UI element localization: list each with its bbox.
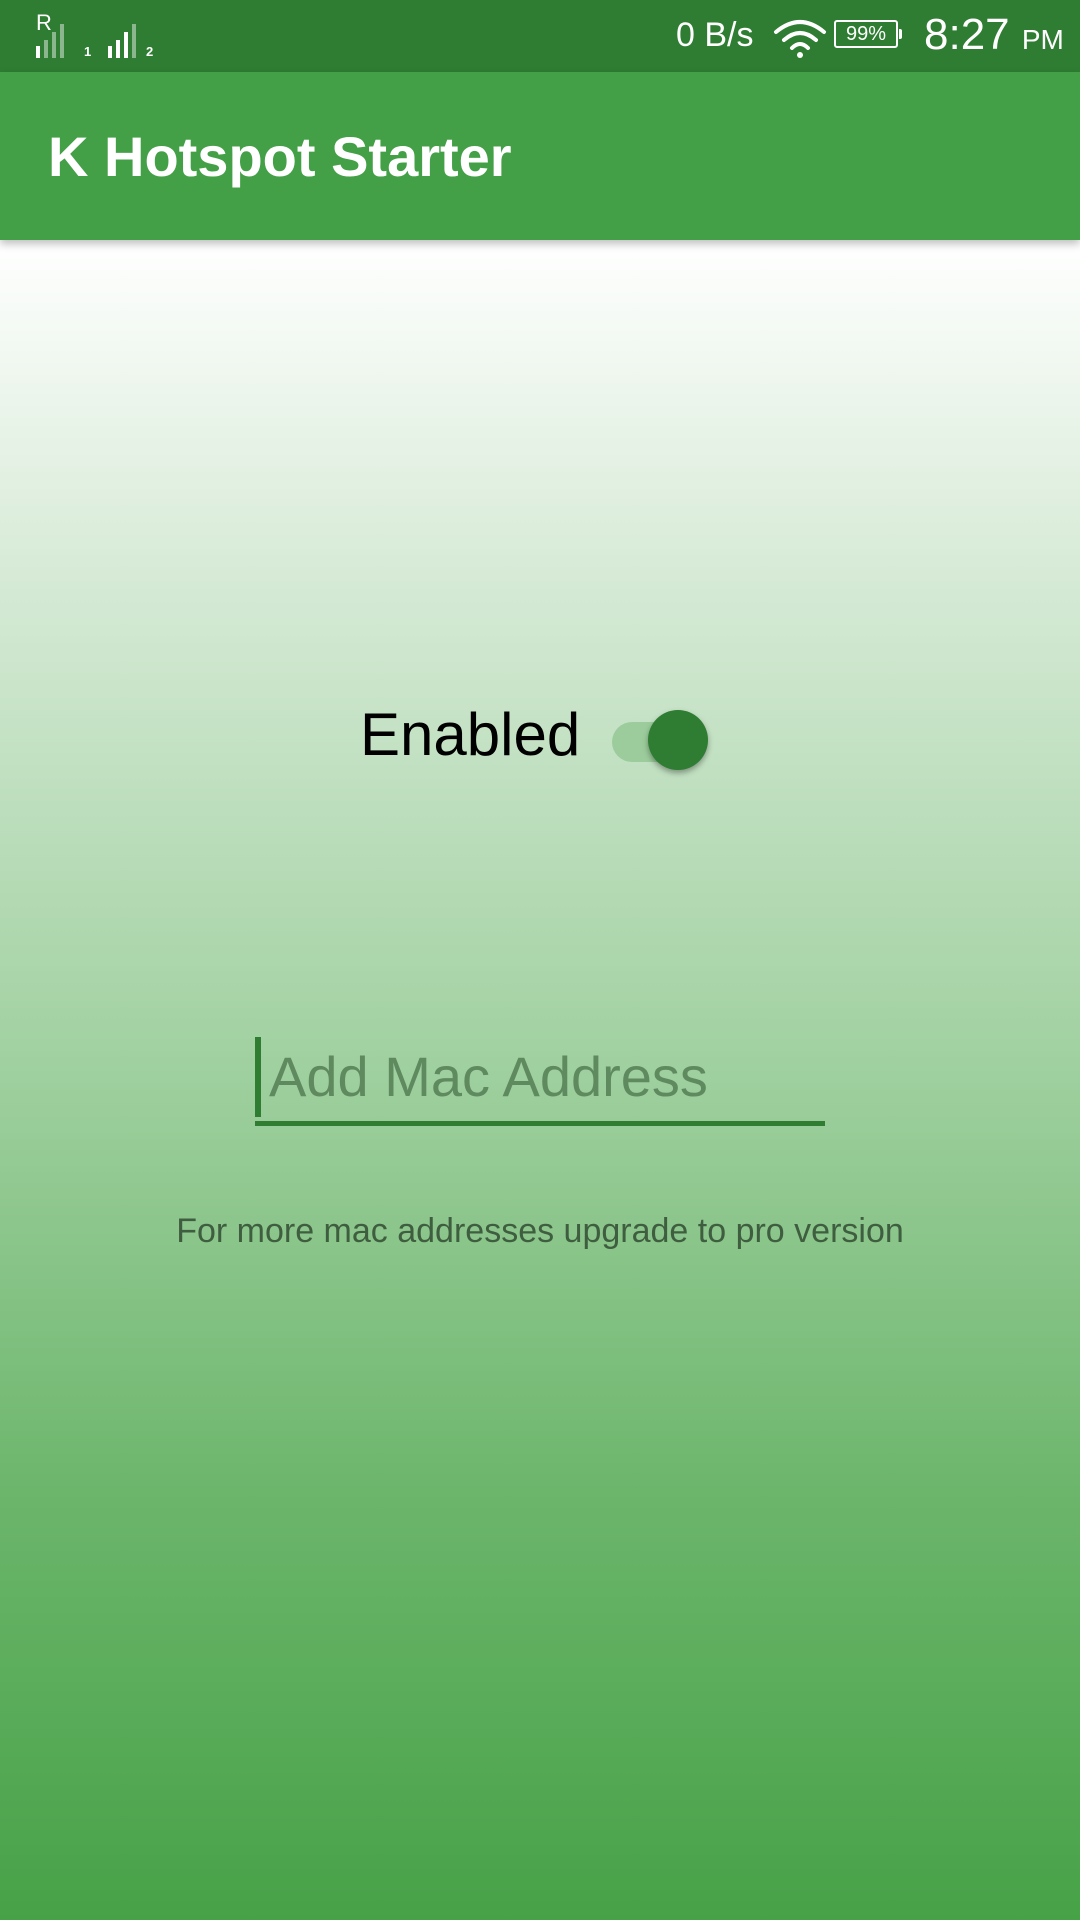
network-speed: 0 B/s	[676, 16, 754, 54]
battery-level: 99%	[845, 23, 887, 45]
sim2-slot-label: 2	[146, 44, 154, 59]
sim1-slot-label: 1	[84, 44, 92, 59]
status-bar: R 1 2 0 B/s 99% 8:27 PM	[0, 0, 1080, 72]
clock-time: 8:27	[924, 10, 1010, 59]
wifi-icon	[774, 20, 826, 58]
app-bar: K Hotspot Starter	[0, 72, 1080, 240]
app-title: K Hotspot Starter	[48, 125, 512, 188]
upgrade-hint: For more mac addresses upgrade to pro ve…	[176, 1212, 904, 1250]
battery-icon: 99%	[834, 20, 902, 48]
text-cursor	[255, 1037, 261, 1117]
mac-address-field	[255, 1033, 825, 1126]
enabled-label: Enabled	[360, 701, 581, 768]
clock-ampm: PM	[1021, 24, 1064, 55]
input-underline	[255, 1121, 825, 1126]
enabled-toggle[interactable]	[610, 702, 710, 770]
main-content: Enabled For more mac addresses upgrade t…	[0, 240, 1080, 1920]
toggle-thumb	[648, 710, 708, 770]
clock: 8:27 PM	[924, 10, 1064, 60]
mac-address-input[interactable]	[269, 1033, 819, 1119]
